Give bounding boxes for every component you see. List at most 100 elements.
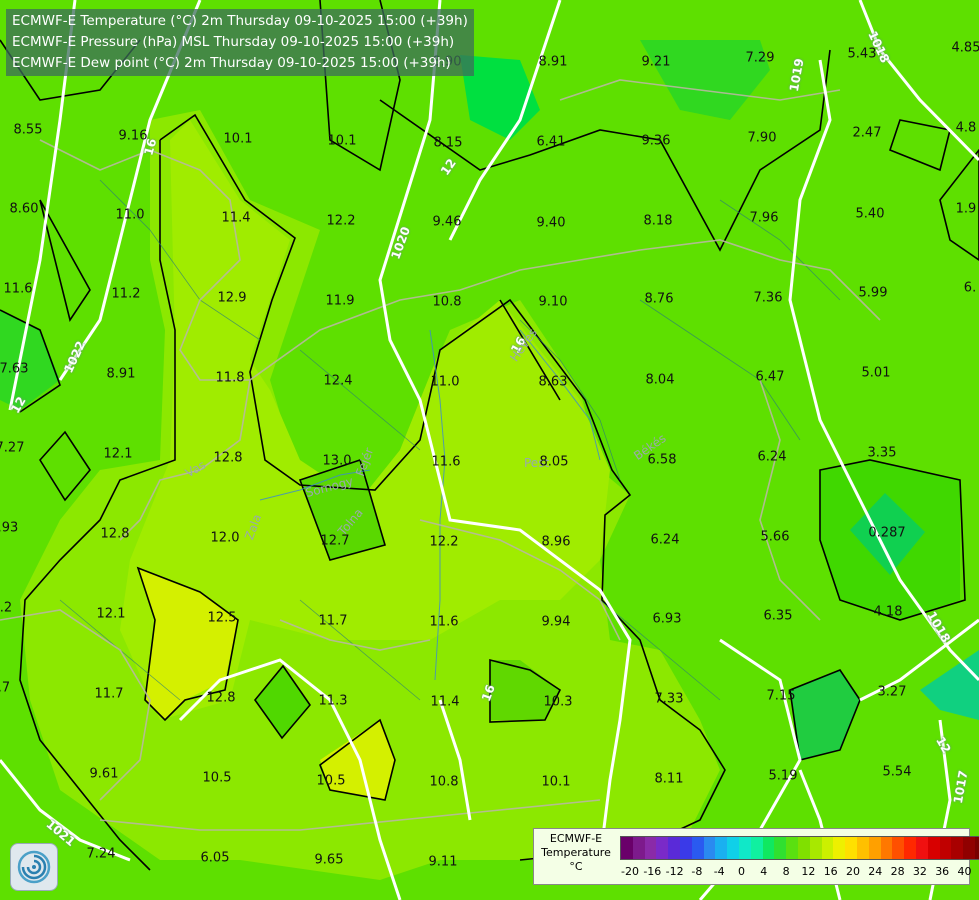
temperature-value: 11.6 <box>429 614 459 630</box>
temperature-value: 7.29 <box>745 50 775 66</box>
temperature-value: 5.43 <box>847 46 877 62</box>
temperature-value: 6.24 <box>650 532 680 548</box>
temperature-value: 6.93 <box>652 611 682 627</box>
temperature-value: 8.11 <box>654 771 684 787</box>
legend-tick-label: -4 <box>713 865 725 878</box>
legend-tick-label: 16 <box>823 865 838 878</box>
legend-swatch <box>974 837 979 859</box>
temperature-value: 3.27 <box>877 684 907 700</box>
legend-swatch <box>774 837 787 859</box>
temperature-value: 11.0 <box>430 374 460 390</box>
ecmwf-logo <box>10 843 58 891</box>
temperature-value: 7.24 <box>86 846 116 862</box>
legend-swatch <box>632 837 645 859</box>
temperature-value: 11.2 <box>111 286 141 302</box>
legend-swatch <box>809 837 822 859</box>
legend-swatch <box>939 837 952 859</box>
legend-swatch <box>821 837 834 859</box>
temperature-value: 8.91 <box>538 54 568 70</box>
temperature-value: 7.96 <box>749 210 779 226</box>
temperature-value: 12.8 <box>206 690 236 706</box>
temperature-value: 1.9 <box>955 201 977 217</box>
temperature-value: .93 <box>0 520 19 536</box>
legend-tick-label: 36 <box>935 865 950 878</box>
temperature-value: 5.99 <box>858 285 888 301</box>
temperature-value: 6. <box>963 280 977 296</box>
legend-swatch <box>727 837 739 859</box>
temperature-value: 8.55 <box>13 122 43 138</box>
temperature-value: 6.35 <box>763 608 793 624</box>
legend-swatch <box>715 837 728 859</box>
temperature-value: 12.1 <box>96 606 126 622</box>
temperature-value: 12.8 <box>213 450 243 466</box>
temperature-value: 10.1 <box>223 131 253 147</box>
temperature-value: 5.01 <box>861 365 891 381</box>
temperature-value: 8.60 <box>9 201 39 217</box>
legend-tick-label: -20 <box>621 865 639 878</box>
temperature-value: 8.05 <box>539 454 569 470</box>
temperature-value: 11.9 <box>325 293 355 309</box>
temperature-value: 7.15 <box>766 688 796 704</box>
legend-swatch <box>951 837 964 859</box>
legend-title-variable: Temperature <box>541 846 611 859</box>
temperature-value: .7 <box>0 680 11 696</box>
temperature-value: 10.1 <box>541 774 571 790</box>
temperature-value: 10.1 <box>327 133 357 149</box>
temperature-value: 5.19 <box>768 768 798 784</box>
temperature-value: 8.96 <box>541 534 571 550</box>
temperature-value: 9.94 <box>541 614 571 630</box>
legend-swatch <box>904 837 916 859</box>
legend-tick-label: 0 <box>738 865 745 878</box>
legend-swatch <box>703 837 716 859</box>
legend-swatch <box>915 837 928 859</box>
temperature-value: .2 <box>0 600 13 616</box>
temperature-value: 12.2 <box>429 534 459 550</box>
legend-swatch <box>621 837 633 859</box>
temperature-value: 7.63 <box>0 361 29 377</box>
legend-swatch <box>963 837 975 859</box>
temperature-value: 4.8 <box>955 120 977 136</box>
temperature-value: 4.18 <box>873 604 903 620</box>
temperature-value: 11.4 <box>430 694 460 710</box>
temperature-value: 12.4 <box>323 373 353 389</box>
temperature-value: 9.21 <box>641 54 671 70</box>
temperature-value: 8.63 <box>538 374 568 390</box>
legend-swatch <box>856 837 869 859</box>
legend-swatch <box>833 837 846 859</box>
legend-swatch <box>691 837 704 859</box>
temperature-value: 10.8 <box>432 294 462 310</box>
legend-swatch <box>644 837 657 859</box>
temperature-value: 11.6 <box>431 454 461 470</box>
legend-tick-label: 28 <box>890 865 905 878</box>
legend-swatch <box>762 837 775 859</box>
legend-swatch <box>845 837 857 859</box>
title-pressure: ECMWF-E Pressure (hPa) MSL Thursday 09-1… <box>12 34 455 50</box>
title-temperature: ECMWF-E Temperature (°C) 2m Thursday 09-… <box>12 13 468 29</box>
temperature-value: 5.40 <box>855 206 885 222</box>
temperature-value: 9.46 <box>432 214 462 230</box>
temperature-value: 11.6 <box>3 281 33 297</box>
temperature-value: 11.3 <box>318 693 348 709</box>
temperature-value: 8.18 <box>643 213 673 229</box>
temperature-value: 13.0 <box>322 453 352 469</box>
temperature-value: 0.287 <box>868 525 906 541</box>
temperature-value: 3.35 <box>867 445 897 461</box>
legend-swatch <box>868 837 881 859</box>
legend-swatch <box>750 837 763 859</box>
temperature-value: 12.7 <box>320 533 350 549</box>
legend-tick-label: -16 <box>643 865 662 878</box>
temperature-value: 12.0 <box>210 530 240 546</box>
legend-tick-label: -12 <box>665 865 684 878</box>
legend-swatch <box>892 837 905 859</box>
temperature-value: 2.47 <box>852 125 882 141</box>
temperature-value: 11.7 <box>94 686 124 702</box>
temperature-value: 9.61 <box>89 766 119 782</box>
temperature-value: 9.11 <box>428 854 458 870</box>
temperature-value: 12.5 <box>207 610 237 626</box>
color-legend: ECMWF-E Temperature °C -20 -16 -12 -8 -4 0 4 8 1… <box>533 828 979 885</box>
temperature-value: 6.41 <box>536 134 566 150</box>
legend-color-scale <box>620 836 979 860</box>
legend-tick-label: 4 <box>760 865 768 878</box>
map-title-panel: ECMWF-E Temperature (°C) 2m Thursday 09-… <box>6 9 474 76</box>
legend-tick-label: 8 <box>782 865 790 878</box>
